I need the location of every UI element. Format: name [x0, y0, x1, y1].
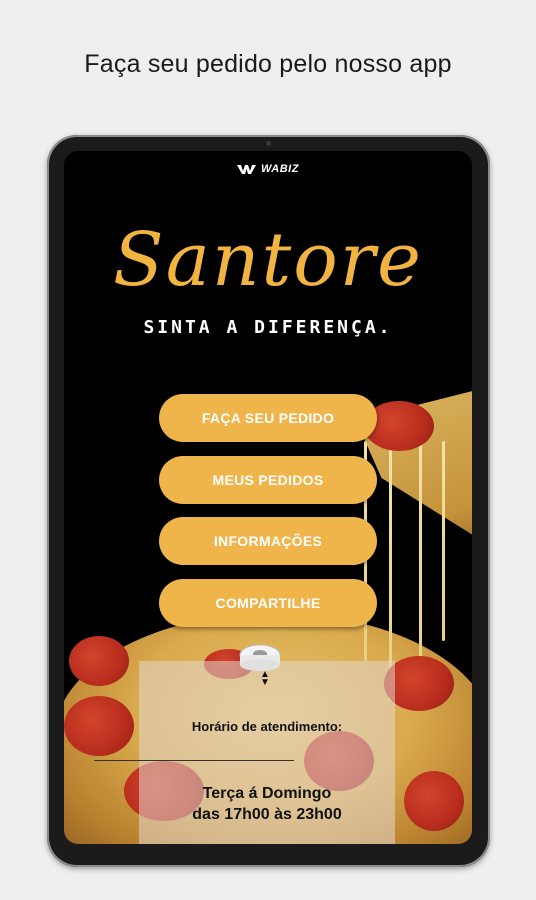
my-orders-button[interactable]: MEUS PEDIDOS: [159, 456, 377, 504]
camera-dot: [266, 141, 271, 146]
divider: [94, 760, 294, 761]
hours-schedule: Terça á Domingo das 17h00 às 23h00: [139, 783, 395, 825]
brand-logo: Santore: [113, 217, 423, 303]
pepperoni: [404, 771, 464, 831]
pepperoni: [64, 696, 134, 756]
share-button[interactable]: COMPARTILHE: [159, 579, 377, 627]
cheese-strand: [419, 441, 422, 681]
up-down-arrows-icon: ▲ ▼: [260, 669, 270, 688]
cheese-strand: [442, 441, 445, 641]
hours-days: Terça á Domingo: [202, 785, 332, 802]
brand-tagline: SINTA A DIFERENÇA.: [143, 317, 393, 338]
wabiz-logo-text: WABIZ: [261, 163, 299, 175]
app-screen: WABIZ Santore SINTA A DIFERENÇA. FAÇA SE…: [64, 151, 472, 844]
hours-label: Horário de atendimento:: [191, 719, 343, 734]
hours-time: das 17h00 às 23h00: [192, 806, 342, 823]
wabiz-logo-icon: [237, 165, 257, 175]
wabiz-logo: WABIZ: [64, 163, 472, 175]
pepperoni: [69, 636, 129, 686]
order-button[interactable]: FAÇA SEU PEDIDO: [159, 394, 377, 442]
headline: Faça seu pedido pelo nosso app: [84, 50, 452, 78]
info-button[interactable]: INFORMAÇÕES: [159, 517, 377, 565]
